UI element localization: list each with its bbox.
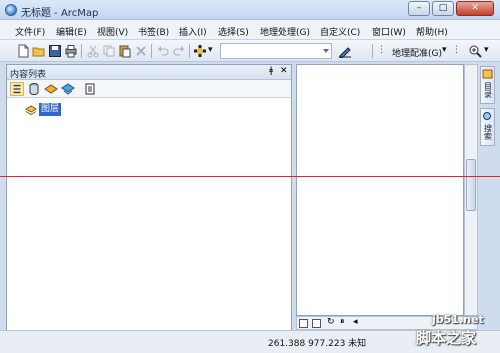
- layout-view-icon[interactable]: [312, 319, 321, 328]
- combo-arrow-icon: [323, 49, 329, 53]
- toolbar-separator: [151, 44, 152, 58]
- refresh-icon[interactable]: ↻: [327, 317, 335, 327]
- menu-bar: 文件(F) 编辑(E) 视图(V) 书签(B) 插入(I) 选择(S) 地理处理…: [0, 20, 500, 40]
- catalog-tab[interactable]: 目录: [480, 66, 495, 104]
- add-data-icon[interactable]: [193, 44, 207, 58]
- georeferencing-menu[interactable]: 地理配准(G): [392, 46, 442, 59]
- list-by-drawing-order-icon[interactable]: [10, 82, 24, 96]
- open-folder-icon[interactable]: [32, 44, 46, 58]
- catalog-tab-label: 目录: [483, 82, 493, 98]
- new-document-icon[interactable]: [16, 44, 30, 58]
- menu-selection[interactable]: 选择(S): [218, 25, 249, 38]
- maximize-button[interactable]: □: [432, 1, 454, 16]
- copy-icon[interactable]: [102, 44, 116, 58]
- window-title: 无标题 - ArcMap: [21, 8, 99, 19]
- toolbar-separator: [81, 44, 82, 58]
- vertical-scrollbar[interactable]: [464, 64, 478, 316]
- search-tab[interactable]: 搜索: [480, 108, 495, 146]
- toc-close-icon[interactable]: ✕: [280, 66, 288, 76]
- toolbar-separator: [189, 44, 190, 58]
- zoom-in-icon[interactable]: [468, 44, 482, 58]
- list-by-selection-icon[interactable]: [61, 82, 75, 96]
- undo-icon[interactable]: [156, 44, 170, 58]
- menu-bookmarks[interactable]: 书签(B): [138, 25, 169, 38]
- menu-view[interactable]: 视图(V): [97, 25, 128, 38]
- map-view[interactable]: [296, 64, 464, 316]
- pause-drawing-icon[interactable]: ⏸: [340, 317, 345, 327]
- print-icon[interactable]: [64, 44, 78, 58]
- scroll-left-icon[interactable]: ◂: [353, 317, 358, 327]
- toc-header: 内容列表 ǂ ✕: [7, 65, 291, 80]
- menu-file[interactable]: 文件(F): [15, 25, 45, 38]
- red-guide-line: [0, 176, 500, 177]
- menu-insert[interactable]: 插入(I): [179, 25, 207, 38]
- menu-help[interactable]: 帮助(H): [416, 25, 448, 38]
- tools-dropdown-arrow[interactable]: ▾: [484, 45, 489, 55]
- cut-icon[interactable]: [86, 44, 100, 58]
- data-view-icon[interactable]: [299, 319, 308, 328]
- editor-toolbar-icon[interactable]: [338, 44, 352, 58]
- toc-toolbar: [7, 80, 291, 98]
- table-of-contents-panel: 内容列表 ǂ ✕ 图层: [6, 64, 292, 346]
- list-by-visibility-icon[interactable]: [44, 82, 58, 96]
- add-data-dropdown-arrow[interactable]: ▾: [208, 45, 213, 55]
- coordinate-readout: 261.388 977.223 未知: [268, 339, 367, 349]
- minimize-button[interactable]: –: [408, 1, 430, 16]
- toolbar-grip-icon: ⋮: [377, 45, 386, 55]
- title-bar: 无标题 - ArcMap – □ ✕: [0, 0, 500, 20]
- menu-windows[interactable]: 窗口(W): [372, 25, 406, 38]
- georeferencing-dropdown-arrow[interactable]: ▾: [442, 45, 447, 55]
- menu-edit[interactable]: 编辑(E): [56, 25, 87, 38]
- paste-icon[interactable]: [118, 44, 132, 58]
- layers-icon: [25, 105, 37, 116]
- menu-geoprocessing[interactable]: 地理处理(G): [260, 25, 310, 38]
- delete-icon[interactable]: [134, 44, 148, 58]
- layer-label[interactable]: 图层: [39, 103, 62, 116]
- side-dock-tabs: 目录 搜索: [480, 64, 496, 184]
- watermark-name: 脚本之家: [416, 329, 477, 347]
- watermark-site: jb51.net: [432, 313, 484, 326]
- scrollbar-thumb[interactable]: [466, 159, 476, 211]
- toc-title: 内容列表: [10, 70, 47, 80]
- list-by-source-icon[interactable]: [27, 82, 41, 96]
- search-icon: [483, 112, 491, 120]
- pin-icon[interactable]: ǂ: [269, 66, 273, 76]
- standard-toolbar: ▾ ⋮ 地理配准(G) ▾ ⋮ ▾: [0, 40, 500, 62]
- redo-icon[interactable]: [172, 44, 186, 58]
- toolbar-grip-icon: ⋮: [452, 45, 461, 55]
- close-button[interactable]: ✕: [456, 1, 494, 16]
- catalog-icon: [482, 69, 493, 79]
- save-icon[interactable]: [48, 44, 62, 58]
- menu-customize[interactable]: 自定义(C): [320, 25, 360, 38]
- map-scale-combo[interactable]: [220, 43, 332, 59]
- arcmap-app-icon: [5, 4, 17, 16]
- toolbar-separator: [372, 44, 373, 58]
- search-tab-label: 搜索: [483, 124, 493, 140]
- toc-options-icon[interactable]: [83, 82, 97, 96]
